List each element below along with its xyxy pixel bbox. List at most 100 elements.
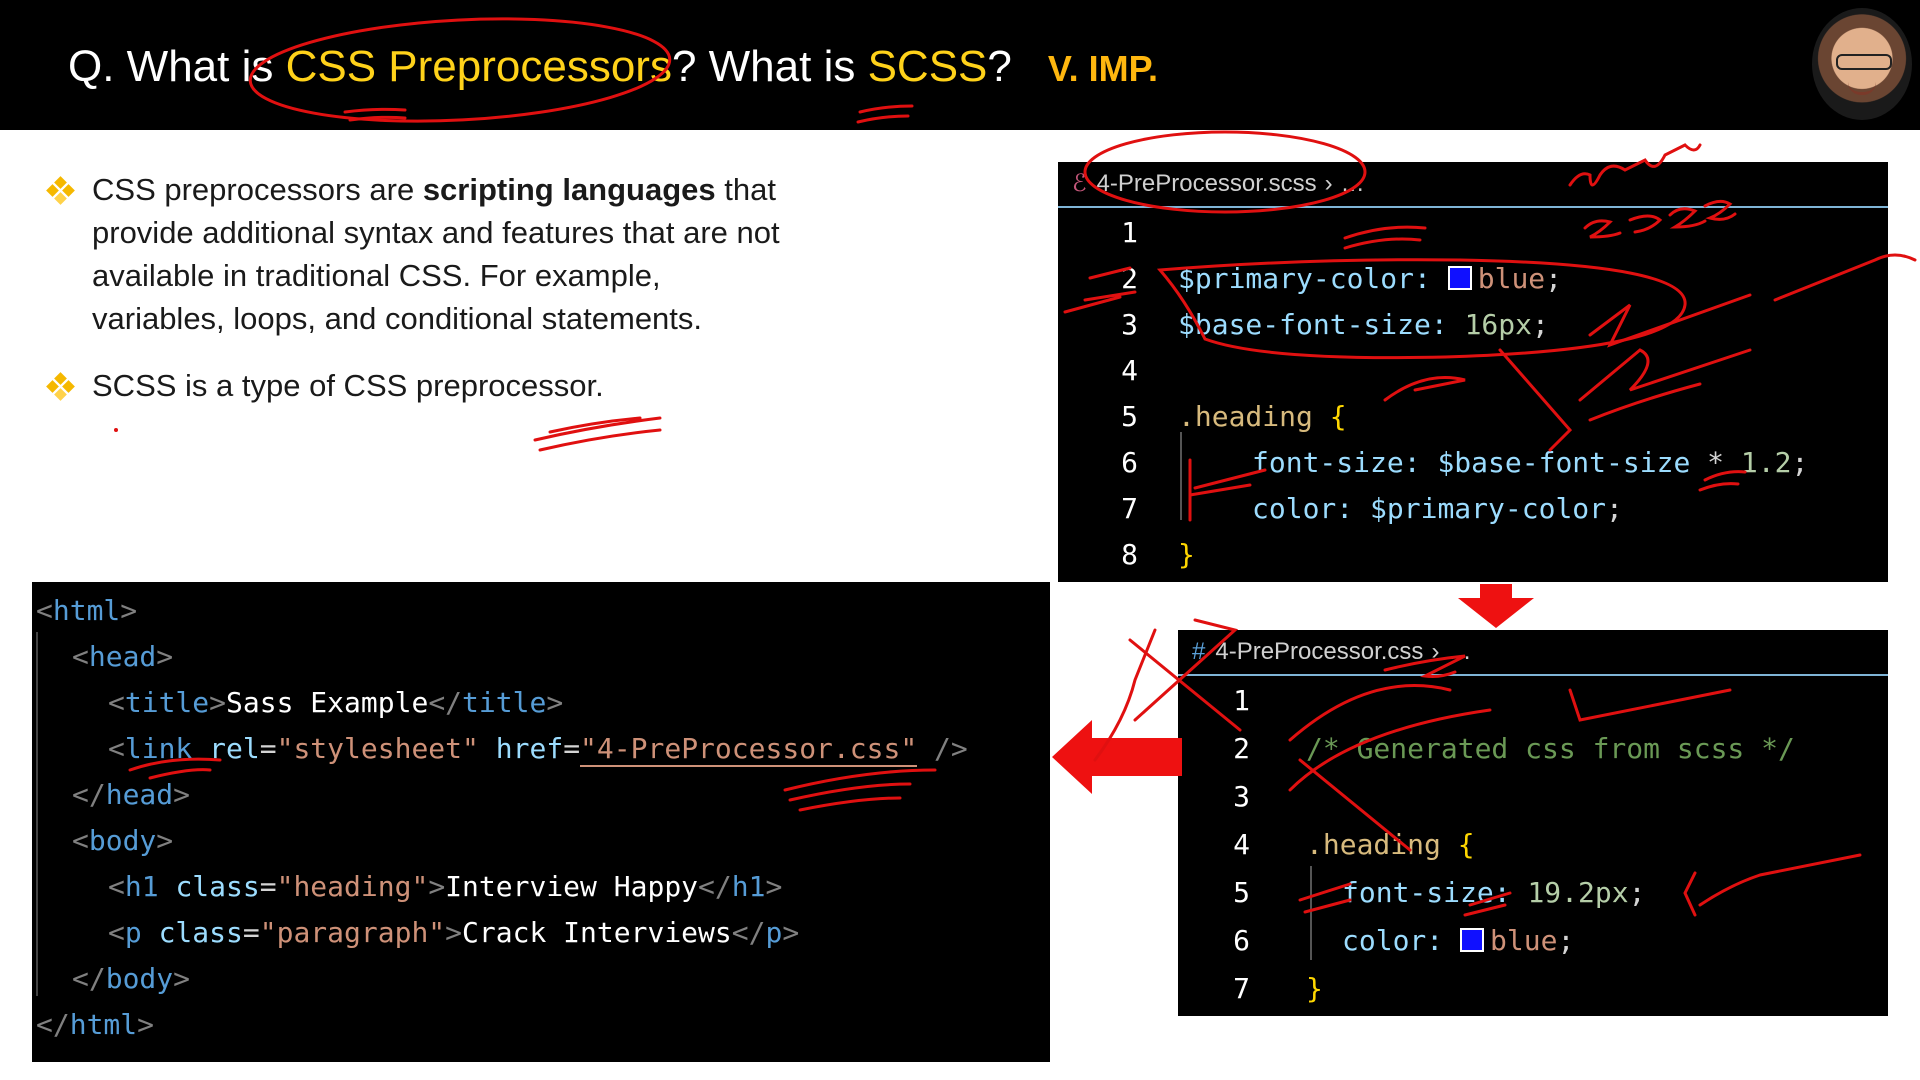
css-filename: 4-PreProcessor.css (1215, 638, 1424, 665)
line-number: 4 (1233, 828, 1250, 861)
line-number: 7 (1121, 492, 1138, 525)
line-number: 3 (1233, 780, 1250, 813)
html-tag: p (765, 916, 783, 949)
open-brace: { (1457, 828, 1475, 861)
html-tag: title (124, 686, 210, 719)
title-bar: Q. What is CSS Preprocessors? What is SC… (0, 0, 1920, 130)
css-property: color: (1252, 492, 1354, 525)
close-brace: } (1178, 538, 1195, 571)
scss-value: 16px (1464, 308, 1533, 341)
semicolon: ; (1606, 492, 1623, 525)
line-number: 7 (1233, 972, 1250, 1005)
semicolon: ; (1557, 924, 1575, 957)
code-line: 7} (1178, 966, 1323, 1012)
importance-badge: V. IMP. (1047, 48, 1158, 89)
html-tag: title (462, 686, 547, 719)
html-tag: html (52, 594, 121, 627)
scss-file-breadcrumb[interactable]: ℰ 4-PreProcessor.scss ›… (1058, 162, 1888, 208)
hash-file-icon: # (1192, 638, 1206, 665)
html-tag: head (105, 778, 174, 811)
close-brace: } (1306, 972, 1323, 1005)
operator: * (1690, 446, 1741, 479)
line-number: 5 (1121, 400, 1138, 433)
line-number: 4 (1121, 354, 1138, 387)
breadcrumb-more: … (1340, 170, 1365, 197)
html-tag: html (69, 1008, 138, 1041)
code-line: </html> (36, 1008, 155, 1041)
line-number: 3 (1121, 308, 1138, 341)
bullet-item: SCSS is a type of CSS preprocessor. (46, 364, 788, 407)
css-value: 19.2px (1527, 876, 1629, 909)
arrow-left-icon (1052, 720, 1182, 794)
html-tag: link (124, 732, 193, 765)
html-tag: p (124, 916, 142, 949)
css-value: blue (1490, 924, 1558, 957)
html-attr-value: "stylesheet" (276, 732, 479, 765)
code-comment: /* Generated css from scss */ (1306, 732, 1795, 765)
code-line: 1 (1058, 210, 1138, 256)
semicolon: ; (1545, 262, 1563, 295)
breadcrumb-more: … (1447, 638, 1472, 665)
line-number: 6 (1233, 924, 1250, 957)
sass-file-icon: ℰ (1072, 170, 1087, 197)
diamond-bullet-icon (46, 176, 75, 205)
scss-value: blue (1477, 262, 1546, 295)
code-line: </body> (72, 962, 191, 995)
css-selector: .heading (1306, 828, 1441, 861)
bullet-item: CSS preprocessors are scripting language… (46, 168, 788, 340)
code-line: 6 color: blue; (1178, 918, 1574, 964)
line-number: 8 (1121, 538, 1138, 571)
css-property: font-size: (1342, 876, 1511, 909)
html-attr-value-link[interactable]: "4-PreProcessor.css" (580, 732, 918, 767)
html-attribute: class (158, 916, 243, 949)
semicolon: ; (1532, 308, 1549, 341)
line-number: 1 (1121, 216, 1138, 249)
css-file-breadcrumb[interactable]: #4-PreProcessor.css ›… (1178, 630, 1888, 676)
html-code-panel: <html> <head> <title>Sass Example</title… (32, 582, 1050, 1062)
code-line: <h1 class="heading">Interview Happy</h1> (108, 870, 783, 903)
html-tag: body (105, 962, 174, 995)
line-number: 2 (1121, 262, 1138, 295)
presenter-avatar (1812, 8, 1912, 120)
bullet-text: SCSS is a type of CSS preprocessor. (92, 368, 604, 403)
arrow-down-icon (1458, 584, 1534, 628)
indent-guide (36, 632, 38, 996)
line-number: 2 (1233, 732, 1250, 765)
scss-variable: $primary-color (1370, 492, 1607, 525)
code-line: 2 $primary-color: blue; (1058, 256, 1562, 302)
bullet-bold-text: scripting languages (422, 172, 716, 207)
scss-variable: $base-font-size (1437, 446, 1691, 479)
number: 1.2 (1740, 446, 1792, 479)
html-text: Sass Example (226, 686, 429, 719)
page-title: Q. What is CSS Preprocessors? What is SC… (68, 42, 1158, 92)
semicolon: ; (1791, 446, 1809, 479)
code-line: 3 $base-font-size: 16px; (1058, 302, 1549, 348)
code-line: 3 (1178, 774, 1250, 820)
code-line: 6 font-size: $base-font-size * 1.2; (1058, 440, 1808, 486)
title-prefix: Q. What is (68, 42, 286, 91)
color-swatch-icon[interactable] (1460, 928, 1485, 952)
scss-code-panel: ℰ 4-PreProcessor.scss › … 1 2 $primary-color… (1058, 162, 1888, 582)
code-line: <title>Sass Example</title> (108, 686, 564, 719)
css-property: color: (1342, 924, 1444, 957)
chevron-right-icon: › (1324, 170, 1333, 197)
html-tag: h1 (731, 870, 766, 903)
title-highlight-scss: SCSS (867, 42, 988, 91)
color-swatch-icon[interactable] (1447, 266, 1472, 290)
code-line: <html> (36, 594, 138, 627)
html-tag: h1 (124, 870, 159, 903)
title-suffix: ? (987, 42, 1012, 91)
code-line: 4 (1058, 348, 1138, 394)
title-middle: ? What is (671, 42, 868, 91)
title-highlight-css-preprocessors: CSS Preprocessors (285, 42, 672, 91)
line-number: 5 (1233, 876, 1250, 909)
html-attribute: class (175, 870, 260, 903)
diamond-bullet-icon (46, 372, 75, 401)
code-line: 2 /* Generated css from scss */ (1178, 726, 1795, 772)
semicolon: ; (1628, 876, 1646, 909)
css-property: font-size: (1252, 446, 1421, 479)
code-line: 7 color: $primary-color; (1058, 486, 1623, 532)
line-number: 1 (1233, 684, 1250, 717)
code-line: 4 .heading { (1178, 822, 1475, 868)
html-attr-value: "paragraph" (259, 916, 446, 949)
